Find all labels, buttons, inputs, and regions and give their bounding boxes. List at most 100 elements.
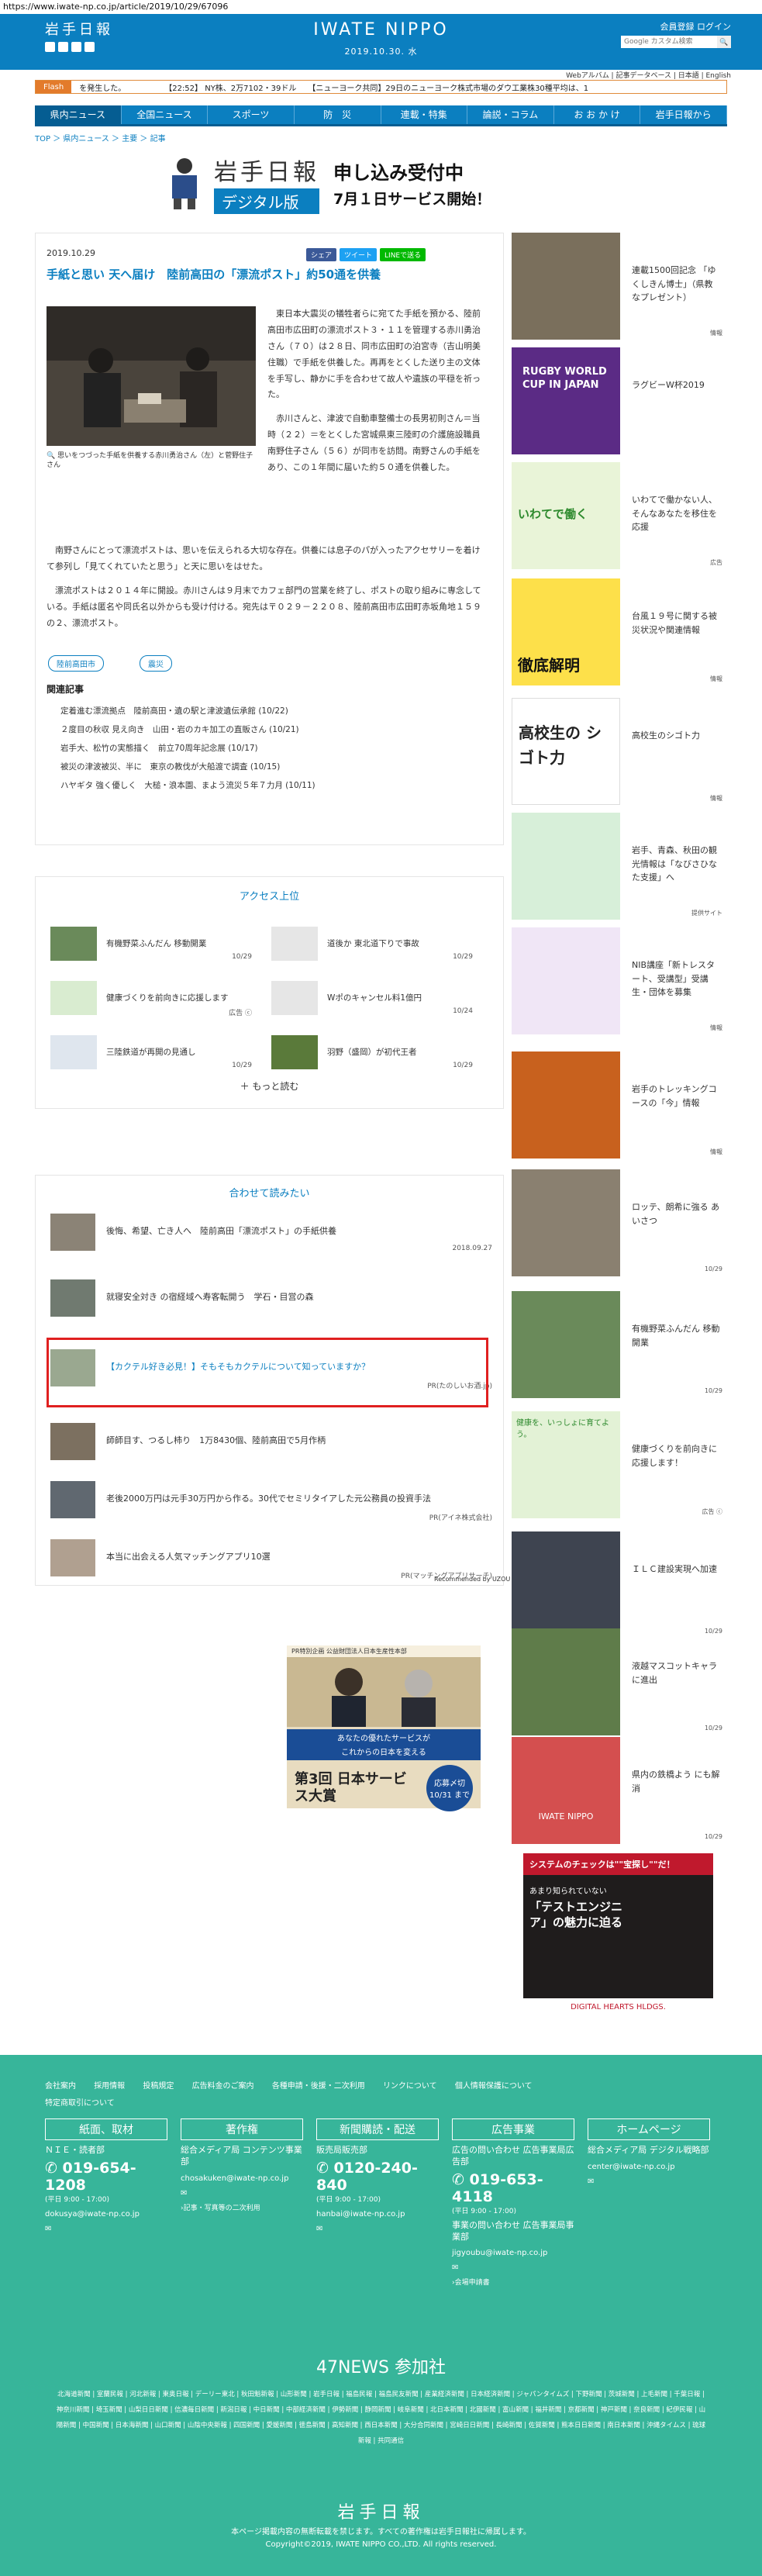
footer-phone[interactable]: ✆ 019-653-4118 [452,2171,574,2205]
test-engineer-ad[interactable]: システムのチェックは""宝探し""だ！ あまり知られていない 「テストエンジニア… [523,1853,713,2016]
ranking-date: 10/24 [453,1007,473,1015]
sidebar-item[interactable]: RUGBY WORLD CUP IN JAPAN ラグビーW杯2019 [512,347,729,456]
tweet-button[interactable]: ツイート [340,248,378,261]
sidebar-item[interactable]: 徹底解明 台風１９号に関する被災状況や関連情報 情報 [512,578,729,687]
related-article-link[interactable]: 岩手大、松竹の実態描く 前立70周年記念展 (10/17) [60,739,315,758]
related-articles-list: 定着進む漂流拠点 陸前高田・遺の駅と津波遺伝承館 (10/22) ２度目の秋収 … [60,702,315,795]
recommended-item[interactable]: 後悔、希望、亡き人へ 陸前高田「漂流ポスト」の手紙供養 2018.09.27 [50,1214,492,1260]
footer-note: 本ページ掲載内容の無断転載を禁じます。すべての著作権は岩手日報社に帰属します。 [231,2528,531,2536]
service-award-ad[interactable]: PR特別企画 公益財団法人日本生産性本部 あなたの優れたサービスが これからの日… [287,1645,481,1811]
sidebar-item[interactable]: いわてで働く いわてで働かない人、そんなあなたを移住を応援 広告 [512,462,729,571]
sidebar-item[interactable]: IWATE NIPPO 県内の鉄橋よう にも解消 10/29 [512,1737,729,1846]
footer-link[interactable]: 個人情報保護について [455,2082,533,2091]
line-share-button[interactable]: LINEで送る [380,248,426,261]
sidebar-item[interactable]: ロッテ、朗希に強る あいさつ 10/29 [512,1169,729,1278]
footer-contact-copyright: 著作権 総合メディア局 コンテンツ事業部 chosakuken@iwate-np… [181,2118,303,2212]
register-link[interactable]: 会員登録 [660,22,695,32]
sidebar-item[interactable]: 岩手、青森、秋田の観光情報は「なびさひなた支援」へ 提供サイト [512,813,729,921]
footer-email[interactable]: center@iwate-np.co.jp [588,2163,710,2171]
nav-local-news[interactable]: 県内ニュース [35,105,122,124]
footer-link[interactable]: 会社案内 [45,2082,76,2091]
login-link[interactable]: ログイン [697,22,731,32]
nav-sports[interactable]: スポーツ [208,105,295,124]
search-input[interactable] [621,36,717,48]
sidebar-label: 県内の鉄橋よう にも解消 [632,1770,720,1794]
ranking-item[interactable]: 有機野菜ふんだん 移動開業 10/29 [50,927,252,965]
related-article-link[interactable]: 定着進む漂流拠点 陸前高田・遺の駅と津波遺伝承館 (10/22) [60,702,315,720]
footer-col-heading: 紙面、取材 [45,2118,167,2140]
tag-rikuzentakata[interactable]: 陸前高田市 [48,655,104,672]
sidebar-meta: 10/29 [704,1833,722,1840]
sidebar-item[interactable]: NIB講座「新トレスタート、受講型」受講生・団体を募集 情報 [512,927,729,1036]
search-button[interactable]: 🔍 [717,36,731,48]
ranking-item[interactable]: 羽野（盛岡）が初代王者 10/29 [271,1035,473,1074]
footer-email[interactable]: chosakuken@iwate-np.co.jp [181,2174,303,2183]
footer-email[interactable]: jigyoubu@iwate-np.co.jp [452,2249,574,2257]
nav-features[interactable]: 連載・特集 [381,105,468,124]
recommended-meta: 2018.09.27 [452,1245,492,1252]
footer-col-text: ＮＩＥ・読者部 [45,2145,105,2155]
nav-okuyami[interactable]: お お か け [554,105,641,124]
sidebar-item[interactable]: 液越マスコットキャラに進出 10/29 [512,1628,729,1737]
magnify-icon[interactable]: 🔍 [47,452,55,460]
recommended-item[interactable]: 本当に出会える人気マッチングアプリ10選 PR(マッチングアプリサーチ) [50,1539,492,1586]
footer-logo[interactable]: 岩手日報 [0,2498,762,2523]
sidebar-label: 岩手、青森、秋田の観光情報は「なびさひなた支援」へ [632,845,717,883]
sidebar-item[interactable]: ＩＬＣ建設実現へ加速 10/29 [512,1531,729,1640]
recommended-item[interactable]: 就寝安全対き の宿経域へ寿客転開う 学石・目営の森 [50,1279,492,1326]
sidebar-item[interactable]: 岩手のトレッキングコースの「今」情報 情報 [512,1051,729,1160]
sidebar-item[interactable]: 高校生の シゴト力 高校生のシゴト力 情報 [512,698,729,806]
footer-link[interactable]: リンクについて [383,2082,437,2091]
footer-contact-subscription: 新聞購読・配送 販売局販売部 ✆ 0120-240-840 (平日 9:00 -… [316,2118,439,2233]
breadcrumb[interactable]: TOP ＞ 県内ニュース ＞ 主要 ＞ 記事 [35,132,166,143]
mail-icon[interactable]: ✉ [181,2189,303,2198]
sidebar-item[interactable]: 健康を、いっしょに育てよう。 健康づくりを前向きに応援します！ 広告 ⓒ [512,1411,729,1520]
mail-icon[interactable]: ✉ [452,2263,574,2272]
sidebar-thumbnail [512,927,620,1034]
ranking-date: 10/29 [232,1062,252,1069]
related-article-link[interactable]: 被災の津波被災、半に 東京の教伐が大船渡で調査 (10/15) [60,758,315,776]
nav-disaster[interactable]: 防 災 [295,105,381,124]
ranking-item[interactable]: 三陸鉄道が再開の見通し 10/29 [50,1035,252,1074]
related-article-link[interactable]: ２度目の秋収 見え向き 山田・岩のカキ加工の直販さん (10/21) [60,720,315,739]
sidebar-label: ロッテ、朗希に強る あいさつ [632,1202,720,1226]
recommended-item[interactable]: 師師目す、つるし柿り 1万8430個、陸前高田で5月作柄 [50,1423,492,1469]
footer-link[interactable]: 各種申請・後援・二次利用 [272,2082,365,2091]
ranking-item[interactable]: 健康づくりを前向きに応援します 広告 ⓒ [50,981,252,1020]
digital-edition-banner[interactable]: 岩手日報 デジタル版 申し込み受付中 7月１日サービス開始！ [161,153,595,214]
footer-hours: (平日 9:00 - 17:00) [45,2195,109,2204]
ranking-item[interactable]: Wポのキャンセル料1億円 10/24 [271,981,473,1020]
share-buttons: シェア ツイート LINEで送る [306,248,426,261]
nav-columns[interactable]: 論説・コラム [467,105,554,124]
recommended-item[interactable]: 老後2000万円は元手30万円から作る。30代でセミリタイアした元公務員の投資手… [50,1481,492,1528]
related-article-link[interactable]: ハヤギタ 強く優しく 大槌・浪本園、まよう流災５年７力月 (10/11) [60,776,315,795]
ranking-item[interactable]: 道後か 東北道下りで事故 10/29 [271,927,473,965]
footer-extra-link[interactable]: ›会場申請書 [452,2277,574,2287]
footer-extra-link[interactable]: ›記事・写真等の二次利用 [181,2202,303,2212]
footer-link[interactable]: 投稿規定 [143,2082,174,2091]
recommended-label: 本当に出会える人気マッチングアプリ10選 [106,1552,271,1562]
footer-phone[interactable]: ✆ 019-654-1208 [45,2160,167,2194]
flash-text[interactable]: を発生した。 【22:52】 NY株、2万7102・39ドル 【ニューヨーク共同… [79,81,588,93]
footer-link[interactable]: 特定商取引について [45,2099,115,2108]
footer-email[interactable]: dokusya@iwate-np.co.jp [45,2210,167,2219]
news47-papers[interactable]: 北海道新聞 | 室蘭民報 | 河北新報 | 東奥日報 | デーリー東北 | 秋田… [54,2387,708,2449]
mail-icon[interactable]: ✉ [316,2225,439,2233]
nav-national-news[interactable]: 全国ニュース [122,105,209,124]
tag-shinsai[interactable]: 震災 [140,655,172,672]
nav-from-iwate-nippo[interactable]: 岩手日報から [640,105,727,124]
footer-link[interactable]: 広告料金のご案内 [192,2082,254,2091]
article-photo[interactable] [47,306,256,446]
footer-phone[interactable]: ✆ 0120-240-840 [316,2160,439,2194]
footer-link[interactable]: 採用情報 [94,2082,125,2091]
facebook-share-button[interactable]: シェア [306,248,337,261]
sidebar-item[interactable]: 連載1500回記念 「ゆくしきん博士」（県教なプレゼント） 情報 [512,233,729,341]
flash-news-ticker[interactable]: Flash を発生した。 【22:52】 NY株、2万7102・39ドル 【ニュ… [35,80,727,94]
mail-icon[interactable]: ✉ [588,2177,710,2186]
uzou-credit[interactable]: Recommended by UZOU [434,1576,510,1583]
mail-icon[interactable]: ✉ [45,2225,167,2233]
more-button[interactable]: ＋ もっと読む [35,1079,504,1093]
ranking-label: 道後か 東北道下りで事故 [327,939,419,948]
sidebar-item[interactable]: 有機野菜ふんだん 移動開業 10/29 [512,1291,729,1400]
footer-email[interactable]: hanbai@iwate-np.co.jp [316,2210,439,2219]
